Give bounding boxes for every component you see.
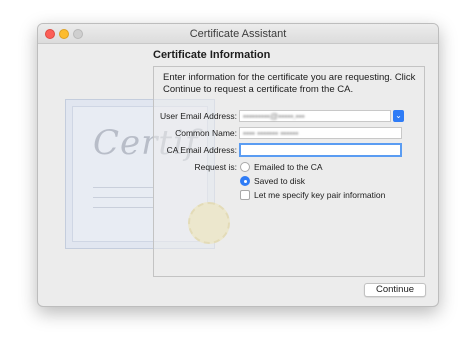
certificate-assistant-window: Certificate Assistant Certif Certificate… [37, 23, 439, 307]
user-email-label: User Email Address: [160, 111, 237, 121]
key-pair-label[interactable]: Let me specify key pair information [254, 190, 385, 200]
certificate-lines [93, 187, 153, 217]
intro-text: Enter information for the certificate yo… [163, 72, 416, 95]
ca-email-label: CA Email Address: [166, 145, 237, 155]
saved-to-disk-radio[interactable] [240, 176, 250, 186]
ca-email-field[interactable] [239, 143, 402, 157]
request-is-label: Request is: [194, 162, 237, 172]
chevron-down-icon[interactable]: ⌄ [393, 110, 404, 122]
continue-button[interactable]: Continue [364, 283, 426, 297]
window-title: Certificate Assistant [189, 28, 287, 40]
section-heading: Certificate Information [153, 49, 271, 61]
user-email-value: •••••••••@•••••.••• [243, 111, 305, 121]
user-email-field[interactable]: •••••••••@•••••.••• [239, 110, 391, 122]
common-name-field[interactable]: •••• ••••••• •••••• [239, 127, 402, 139]
saved-to-disk-label[interactable]: Saved to disk [254, 176, 305, 186]
certificate-info-panel: Enter information for the certificate yo… [153, 66, 425, 277]
emailed-to-ca-label[interactable]: Emailed to the CA [254, 162, 323, 172]
common-name-value: •••• ••••••• •••••• [243, 128, 299, 138]
key-pair-checkbox[interactable] [240, 190, 250, 200]
title-bar[interactable]: Certificate Assistant [38, 24, 438, 44]
emailed-to-ca-radio[interactable] [240, 162, 250, 172]
common-name-label: Common Name: [175, 128, 237, 138]
